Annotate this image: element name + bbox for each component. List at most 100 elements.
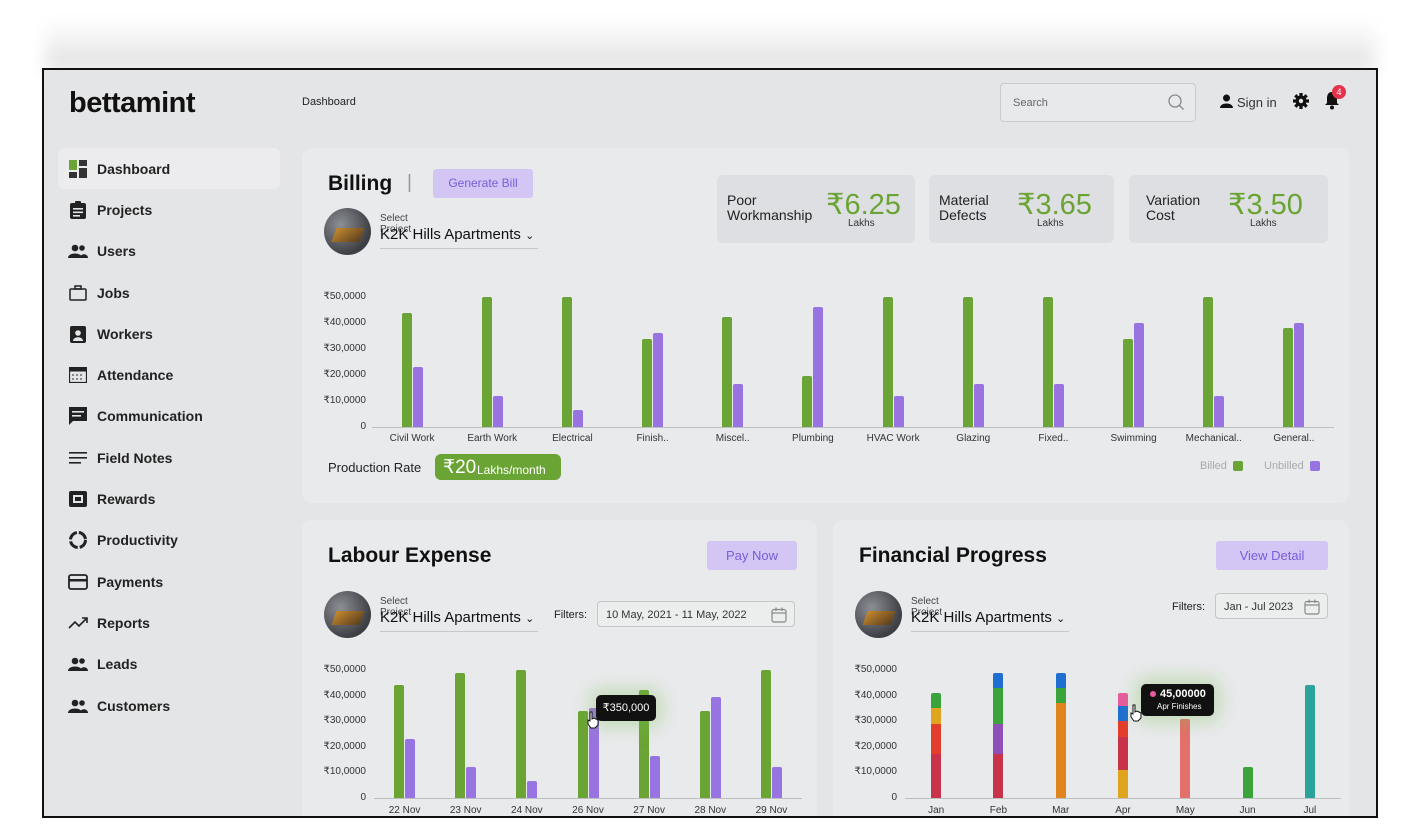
trend-icon bbox=[68, 613, 88, 633]
stacked-bar-segment[interactable] bbox=[1118, 721, 1128, 737]
y-tick-label: ₹40,0000 bbox=[854, 689, 897, 701]
sidebar-item-customers[interactable]: Customers bbox=[58, 685, 280, 726]
stacked-bar-segment[interactable] bbox=[993, 672, 1004, 688]
bar-billed[interactable] bbox=[1123, 338, 1134, 427]
stacked-bar-segment[interactable] bbox=[993, 754, 1004, 798]
billing-chart: ₹50,0000 ₹40,0000 ₹30,0000 ₹20,0000 ₹10,0000… bbox=[302, 148, 1349, 448]
bar-group bbox=[462, 297, 522, 427]
stacked-bar-segment[interactable] bbox=[1118, 693, 1128, 706]
search-icon[interactable] bbox=[1167, 93, 1185, 116]
bar-billed[interactable] bbox=[699, 710, 710, 798]
bar-unbilled[interactable] bbox=[405, 739, 416, 798]
users-icon bbox=[68, 654, 88, 674]
stacked-bar-segment[interactable] bbox=[1242, 767, 1253, 798]
sidebar-item-attendance[interactable]: Attendance bbox=[58, 354, 280, 395]
bar-unbilled[interactable] bbox=[771, 767, 782, 798]
x-tick-label: General.. bbox=[1273, 433, 1315, 444]
sidebar-item-label: Productivity bbox=[97, 532, 178, 549]
stacked-bar-segment[interactable] bbox=[1118, 736, 1128, 770]
x-axis-line bbox=[374, 798, 802, 799]
bar-billed[interactable] bbox=[760, 670, 771, 798]
y-tick-label: 0 bbox=[360, 421, 366, 432]
bar-unbilled[interactable] bbox=[1053, 384, 1064, 427]
bar-unbilled[interactable] bbox=[813, 307, 824, 427]
sidebar-item-payments[interactable]: Payments bbox=[58, 561, 280, 602]
stacked-bar-segment[interactable] bbox=[1118, 769, 1128, 798]
bar-unbilled[interactable] bbox=[527, 781, 538, 798]
stacked-bar-segment[interactable] bbox=[993, 687, 1004, 724]
stacked-bar-segment[interactable] bbox=[1055, 703, 1066, 798]
x-axis-line bbox=[905, 798, 1341, 799]
bar-billed[interactable] bbox=[642, 338, 653, 427]
search-input[interactable]: Search bbox=[1000, 83, 1196, 122]
stacked-bar-segment[interactable] bbox=[931, 693, 942, 709]
sidebar-item-rewards[interactable]: Rewards bbox=[58, 478, 280, 519]
sidebar-item-dashboard[interactable]: Dashboard bbox=[58, 148, 280, 190]
bar-billed[interactable] bbox=[481, 297, 492, 427]
bar-unbilled[interactable] bbox=[649, 755, 660, 798]
search-placeholder: Search bbox=[1013, 97, 1048, 109]
bar-unbilled[interactable] bbox=[710, 696, 721, 798]
sidebar-item-field-notes[interactable]: Field Notes bbox=[58, 437, 280, 478]
bar-billed[interactable] bbox=[401, 312, 412, 427]
bar-billed[interactable] bbox=[516, 670, 527, 798]
sidebar-item-productivity[interactable]: Productivity bbox=[58, 520, 280, 561]
x-tick-label: Fixed.. bbox=[1038, 433, 1069, 444]
bar-unbilled[interactable] bbox=[733, 384, 744, 427]
bar-billed[interactable] bbox=[1283, 328, 1294, 427]
stacked-bar-segment[interactable] bbox=[993, 723, 1004, 755]
bar-billed[interactable] bbox=[455, 672, 466, 798]
bar-unbilled[interactable] bbox=[492, 395, 503, 427]
stacked-bar-segment[interactable] bbox=[1180, 718, 1191, 798]
bar-group bbox=[680, 670, 740, 798]
bar-unbilled[interactable] bbox=[412, 367, 423, 427]
bar-unbilled[interactable] bbox=[572, 410, 583, 427]
breadcrumb[interactable]: Dashboard bbox=[302, 96, 356, 108]
settings-gear-icon[interactable] bbox=[1292, 92, 1310, 115]
sidebar-item-communication[interactable]: Communication bbox=[58, 396, 280, 437]
sidebar-item-label: Leads bbox=[97, 656, 138, 673]
production-rate-label: Production Rate bbox=[328, 460, 422, 475]
bar-unbilled[interactable] bbox=[973, 384, 984, 427]
stacked-bar-segment[interactable] bbox=[931, 754, 942, 798]
stacked-bar-segment[interactable] bbox=[1118, 705, 1128, 722]
x-tick-label: Finish.. bbox=[636, 433, 669, 444]
sidebar-item-reports[interactable]: Reports bbox=[58, 602, 280, 643]
production-rate-pill: ₹20 Lakhs/month bbox=[435, 454, 561, 480]
bar-billed[interactable] bbox=[394, 685, 405, 798]
sidebar-item-workers[interactable]: Workers bbox=[58, 313, 280, 354]
stacked-bar-segment[interactable] bbox=[1055, 687, 1066, 704]
bar-unbilled[interactable] bbox=[1214, 395, 1225, 427]
sign-in-link[interactable]: Sign in bbox=[1220, 94, 1277, 111]
app-window: bettamint Dashboard Search Sign in 4 Das… bbox=[42, 68, 1378, 818]
bar-billed[interactable] bbox=[1042, 297, 1053, 427]
bar-billed[interactable] bbox=[962, 297, 973, 427]
stacked-bar-segment[interactable] bbox=[931, 723, 942, 755]
sidebar-item-projects[interactable]: Projects bbox=[58, 189, 280, 230]
y-tick-label: 0 bbox=[891, 792, 897, 803]
bar-unbilled[interactable] bbox=[653, 333, 664, 427]
bar-unbilled[interactable] bbox=[893, 395, 904, 427]
financial-chart: ₹50,0000 ₹40,0000 ₹30,0000 ₹20,0000 ₹10,0000… bbox=[833, 520, 1349, 816]
stacked-bar-segment[interactable] bbox=[931, 708, 942, 724]
sidebar-item-label: Jobs bbox=[97, 284, 130, 301]
sidebar-item-leads[interactable]: Leads bbox=[58, 644, 280, 685]
logo[interactable]: bettamint bbox=[69, 87, 196, 120]
sidebar-item-jobs[interactable]: Jobs bbox=[58, 272, 280, 313]
bar-unbilled[interactable] bbox=[466, 767, 477, 798]
bar-billed[interactable] bbox=[722, 316, 733, 427]
bar-group bbox=[943, 297, 1003, 427]
bar-group bbox=[623, 297, 683, 427]
stacked-bar-segment[interactable] bbox=[1055, 672, 1066, 688]
labour-chart: ₹50,0000 ₹40,0000 ₹30,0000 ₹20,0000 ₹10,0000… bbox=[302, 520, 817, 816]
bar-unbilled[interactable] bbox=[1134, 323, 1145, 427]
bar-billed[interactable] bbox=[882, 297, 893, 427]
stacked-bar-segment[interactable] bbox=[1304, 685, 1315, 798]
bar-billed[interactable] bbox=[561, 297, 572, 427]
financial-progress-card: Financial Progress View Detail Select Pr… bbox=[833, 520, 1349, 816]
sidebar-item-users[interactable]: Users bbox=[58, 231, 280, 272]
bar-billed[interactable] bbox=[802, 376, 813, 427]
labour-expense-card: Labour Expense Pay Now Select Project K2… bbox=[302, 520, 817, 816]
bar-billed[interactable] bbox=[1203, 297, 1214, 427]
bar-unbilled[interactable] bbox=[1294, 323, 1305, 427]
